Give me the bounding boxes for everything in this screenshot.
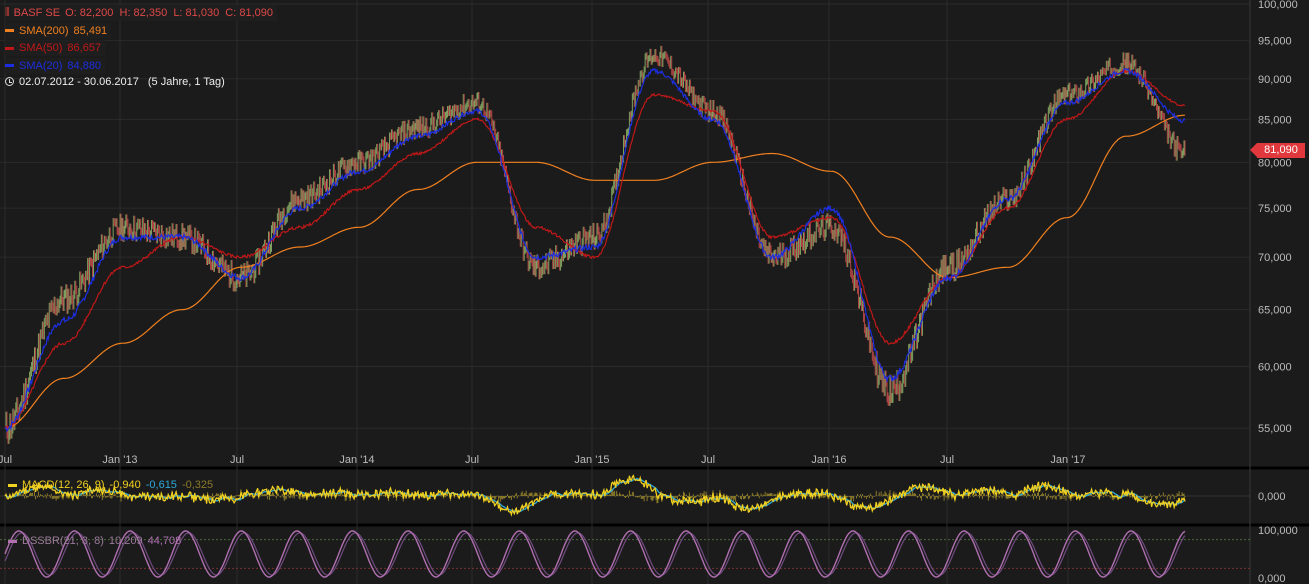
instrument-name: BASF SE	[13, 7, 61, 19]
dss-value: 10,209	[108, 535, 143, 547]
legend-range-row: 02.07.2012 - 30.06.2017 (5 Jahre, 1 Tag)	[5, 74, 229, 90]
y-tick-label: 80,000	[1258, 157, 1292, 169]
x-tick-label: Jan '17	[1050, 454, 1085, 466]
x-tick-label: Jan '14	[339, 454, 374, 466]
range-detail: (5 Jahre, 1 Tag)	[147, 75, 225, 88]
x-tick-label: Jul	[230, 454, 244, 466]
dss-label: DSSBR(21, 3, 8)	[22, 535, 104, 547]
legend-sma50-row[interactable]: SMA(50) 86,657	[5, 40, 106, 56]
x-tick-label: Jan '16	[811, 454, 846, 466]
macd-histogram-value: -0,325	[181, 479, 214, 491]
legend-instrument-row: ⫼ BASF SE O: 82,200 H: 82,350 L: 81,030 …	[5, 5, 278, 21]
x-tick-label: Jul	[465, 454, 479, 466]
ohlc-values: O: 82,200 H: 82,350 L: 81,030 C: 81,090	[65, 7, 274, 19]
sma200-swatch	[5, 29, 14, 32]
sma50-value: 86,657	[67, 42, 102, 54]
macd-signal-value: -0,615	[145, 479, 177, 491]
date-range: 02.07.2012 - 30.06.2017	[19, 75, 139, 88]
y-tick-label: 60,000	[1258, 361, 1292, 373]
clock-icon	[5, 77, 14, 86]
legend-sma200-row[interactable]: SMA(200) 85,491	[5, 22, 112, 39]
last-price-tag: 81,090	[1250, 143, 1305, 158]
y-tick-label: 100,000	[1258, 0, 1298, 11]
dss-y-tick-label: 0,000	[1258, 573, 1286, 584]
macd-swatch	[8, 483, 17, 487]
sma20-label: SMA(20)	[19, 59, 63, 72]
x-tick-label: Jul	[940, 454, 954, 466]
x-tick-label: Jan '15	[574, 454, 609, 466]
dss-signal-value: 44,708	[147, 535, 182, 547]
y-tick-label: 95,000	[1258, 35, 1292, 47]
sma200-label: SMA(200)	[19, 24, 69, 37]
sma50-swatch	[5, 46, 14, 50]
y-tick-label: 75,000	[1258, 203, 1292, 215]
macd-value: -0,940	[109, 479, 141, 491]
macd-legend: MACD(12, 26, 9) -0,940 -0,615 -0,325	[8, 479, 213, 491]
x-tick-label: Jul	[0, 454, 12, 466]
macd-label: MACD(12, 26, 9)	[22, 479, 105, 491]
y-tick-label: 55,000	[1258, 423, 1292, 435]
dss-swatch	[8, 539, 17, 543]
macd-y-tick-label: 0,000	[1258, 491, 1286, 503]
dss-y-tick-label: 100,000	[1258, 525, 1298, 537]
y-tick-label: 90,000	[1258, 74, 1292, 86]
y-tick-label: 70,000	[1258, 252, 1292, 264]
chart-legend: ⫼ BASF SE O: 82,200 H: 82,350 L: 81,030 …	[5, 5, 278, 91]
x-tick-label: Jan '13	[102, 454, 137, 466]
sma20-swatch	[5, 64, 14, 67]
sma200-value: 85,491	[73, 24, 108, 37]
sma50-label: SMA(50)	[19, 42, 63, 54]
sma20-value: 84,880	[67, 59, 102, 72]
candlestick-icon: ⫼	[5, 7, 10, 18]
x-tick-label: Jul	[701, 454, 715, 466]
y-tick-label: 85,000	[1258, 114, 1292, 126]
dss-legend: DSSBR(21, 3, 8) 10,209 44,708	[8, 535, 181, 547]
legend-sma20-row[interactable]: SMA(20) 84,880	[5, 57, 106, 74]
y-tick-label: 65,000	[1258, 305, 1292, 317]
